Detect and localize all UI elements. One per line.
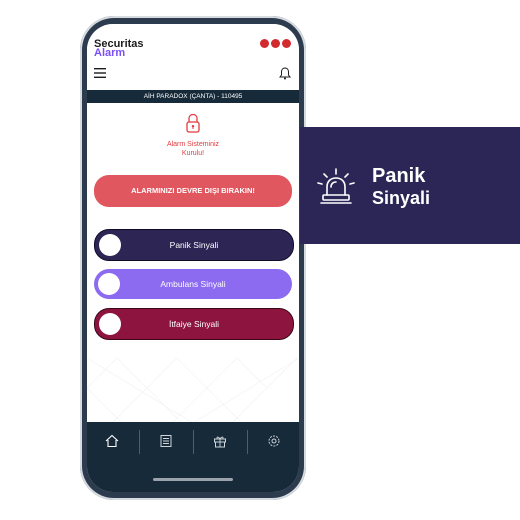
brand-dot xyxy=(271,39,280,48)
settings-icon[interactable] xyxy=(267,434,281,448)
alarm-status: Alarm Sisteminiz Kurulu! xyxy=(87,140,299,158)
alarm-status-line2: Kurulu! xyxy=(181,150,205,157)
brand-dot xyxy=(260,39,269,48)
brand-subname: Alarm xyxy=(94,47,126,59)
banner-title-line2: Sinyali xyxy=(372,188,431,208)
nav-separator xyxy=(139,430,140,454)
bottom-nav xyxy=(87,422,299,492)
account-bar[interactable]: AİH PARADOX (ÇANTA) - 110495 xyxy=(87,90,299,103)
toggle-knob xyxy=(99,234,121,256)
ambulance-signal-button[interactable]: Ambulans Sinyali xyxy=(94,269,292,299)
list-icon[interactable] xyxy=(159,434,173,448)
panic-signal-banner: Panik Sinyali xyxy=(300,127,520,244)
nav-separator xyxy=(193,430,194,454)
alarm-status-line1: Alarm Sisteminiz xyxy=(166,141,220,148)
siren-icon xyxy=(317,168,355,204)
phone-screen: Securitas Alarm AİH PARADOX (ÇANTA) - 11… xyxy=(87,24,299,492)
menu-icon[interactable] xyxy=(94,68,106,78)
toggle-knob xyxy=(99,313,121,335)
brand-dot xyxy=(282,39,291,48)
lock-icon xyxy=(186,113,200,133)
nav-separator xyxy=(247,430,248,454)
bell-icon[interactable] xyxy=(279,67,291,80)
panic-signal-button[interactable]: Panik Sinyali xyxy=(94,229,294,261)
banner-title-line1: Panik xyxy=(372,165,426,187)
panic-signal-label: Panik Sinyali xyxy=(169,240,219,250)
gift-icon[interactable] xyxy=(213,434,227,448)
main-content: Alarm Sisteminiz Kurulu! ALARMINIZI DEVR… xyxy=(87,103,299,489)
fire-signal-label: İtfaiye Sinyali xyxy=(168,319,220,329)
brand-dots xyxy=(260,39,291,48)
banner-title: Panik Sinyali xyxy=(372,165,430,209)
disarm-button[interactable]: ALARMINIZI DEVRE DIŞI BIRAKIN! xyxy=(94,175,292,207)
ambulance-signal-label: Ambulans Sinyali xyxy=(160,279,226,289)
toggle-knob xyxy=(98,273,120,295)
home-icon[interactable] xyxy=(105,434,119,448)
fire-signal-button[interactable]: İtfaiye Sinyali xyxy=(94,308,294,340)
home-indicator xyxy=(153,478,233,481)
app-header: Securitas Alarm xyxy=(87,24,299,90)
